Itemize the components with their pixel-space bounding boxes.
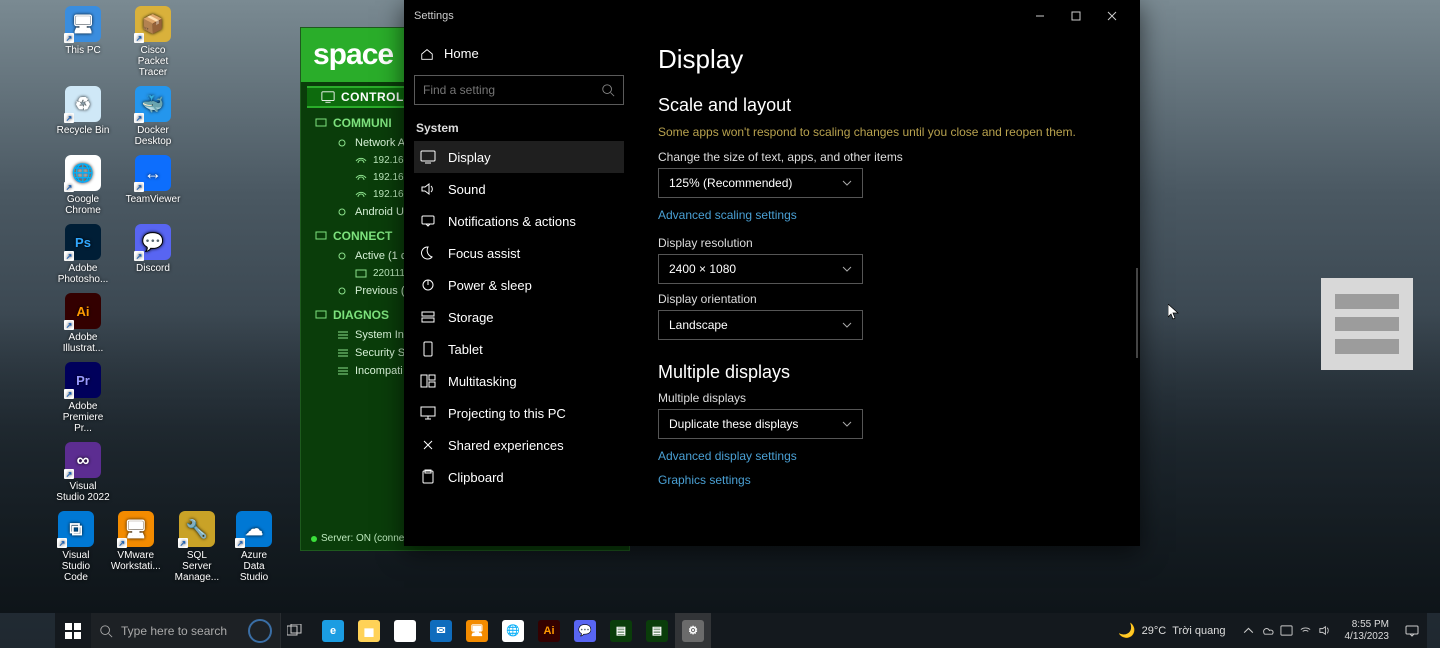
taskbar-spacedesk2[interactable]: ▤	[639, 613, 675, 648]
chevron-down-icon	[842, 178, 852, 188]
task-view-button[interactable]	[281, 613, 309, 648]
action-center-button[interactable]	[1397, 613, 1427, 648]
maximize-button[interactable]	[1058, 0, 1094, 32]
nav-item-multitasking[interactable]: Multitasking	[414, 365, 624, 397]
nav-home[interactable]: Home	[414, 38, 624, 69]
taskbar-clock[interactable]: 8:55 PM 4/13/2023	[1337, 619, 1398, 643]
nav-item-sound[interactable]: Sound	[414, 173, 624, 205]
taskbar-explorer[interactable]: ▅	[351, 613, 387, 648]
advanced-scaling-link[interactable]: Advanced scaling settings	[658, 208, 1116, 222]
desktop-icon[interactable]: 🖥↗This PC	[55, 6, 111, 78]
weather-widget[interactable]: 🌙 29°C Trời quang	[1108, 622, 1235, 639]
scrollbar[interactable]	[1136, 268, 1138, 358]
taskbar-settings[interactable]: ⚙	[675, 613, 711, 648]
taskbar-illustrator[interactable]: Ai	[531, 613, 567, 648]
nav-item-clipboard[interactable]: Clipboard	[414, 461, 624, 493]
nav-item-display[interactable]: Display	[414, 141, 624, 173]
nav-item-power-sleep[interactable]: Power & sleep	[414, 269, 624, 301]
mouse-cursor	[1168, 304, 1180, 321]
nav-item-projecting-to-this-pc[interactable]: Projecting to this PC	[414, 397, 624, 429]
settings-title: Settings	[414, 10, 454, 22]
multi-dropdown[interactable]: Duplicate these displays	[658, 409, 863, 439]
minimize-button[interactable]	[1022, 0, 1058, 32]
resolution-dropdown[interactable]: 2400 × 1080	[658, 254, 863, 284]
nav-item-shared-experiences[interactable]: Shared experiences	[414, 429, 624, 461]
desktop-icon[interactable]: ☁↗Azure Data Studio	[233, 511, 275, 583]
taskbar-chrome[interactable]: 🌐	[495, 613, 531, 648]
scale-dropdown[interactable]: 125% (Recommended)	[658, 168, 863, 198]
chevron-down-icon	[842, 320, 852, 330]
chevron-down-icon	[842, 419, 852, 429]
desktop-icon[interactable]: 📦↗Cisco Packet Tracer	[125, 6, 181, 78]
orientation-dropdown[interactable]: Landscape	[658, 310, 863, 340]
settings-window: Settings Home System DisplaySoundNotific…	[404, 0, 1140, 546]
desktop-icon[interactable]: 🔧↗SQL Server Manage...	[175, 511, 219, 583]
desktop-icon[interactable]: ⧉↗Visual Studio Code	[55, 511, 97, 583]
multi-heading: Multiple displays	[658, 362, 1116, 383]
desktop-icon[interactable]: Pr↗Adobe Premiere Pr...	[55, 362, 111, 434]
taskbar-spacedesk[interactable]: ▤	[603, 613, 639, 648]
multi-label: Multiple displays	[658, 391, 1116, 405]
page-title: Display	[658, 44, 1116, 75]
ime-icon[interactable]	[1280, 624, 1293, 637]
scale-warning: Some apps won't respond to scaling chang…	[658, 124, 1116, 140]
volume-icon[interactable]	[1318, 624, 1331, 637]
cortana-icon[interactable]	[248, 619, 272, 643]
desktop-icon[interactable]: 🖥↗VMware Workstati...	[111, 511, 161, 583]
graphics-settings-link[interactable]: Graphics settings	[658, 473, 1116, 487]
settings-group-header: System	[416, 121, 622, 135]
scale-heading: Scale and layout	[658, 95, 1116, 116]
taskbar-vmware[interactable]: 🖥	[459, 613, 495, 648]
taskbar-discord[interactable]: 💬	[567, 613, 603, 648]
taskbar-mail[interactable]: ✉	[423, 613, 459, 648]
settings-search[interactable]	[414, 75, 624, 105]
desktop-icon[interactable]: Ai↗Adobe Illustrat...	[55, 293, 111, 354]
search-icon	[601, 83, 615, 97]
desktop-icon[interactable]: Ps↗Adobe Photosho...	[55, 224, 111, 285]
desktop-icon[interactable]: 💬↗Discord	[125, 224, 181, 285]
desktop-icon[interactable]: ↔↗TeamViewer	[125, 155, 181, 216]
chevron-up-icon[interactable]	[1242, 624, 1255, 637]
chevron-down-icon	[842, 264, 852, 274]
desktop-icon[interactable]: 🌐↗Google Chrome	[55, 155, 111, 216]
taskbar-edge[interactable]: e	[315, 613, 351, 648]
settings-search-input[interactable]	[423, 83, 601, 97]
taskbar-store[interactable]: 🛍	[387, 613, 423, 648]
moon-icon: 🌙	[1118, 622, 1135, 639]
nav-item-notifications-actions[interactable]: Notifications & actions	[414, 205, 624, 237]
taskbar-search[interactable]: Type here to search	[91, 613, 281, 648]
close-button[interactable]	[1094, 0, 1130, 32]
desktop-icon[interactable]: ∞↗Visual Studio 2022	[55, 442, 111, 503]
search-icon	[99, 624, 113, 638]
system-tray[interactable]	[1236, 624, 1337, 637]
taskbar: Type here to search e▅🛍✉🖥🌐Ai💬▤▤⚙ 🌙 29°C …	[55, 613, 1427, 648]
advanced-display-link[interactable]: Advanced display settings	[658, 449, 1116, 463]
wifi-icon[interactable]	[1299, 624, 1312, 637]
nav-item-storage[interactable]: Storage	[414, 301, 624, 333]
orientation-label: Display orientation	[658, 292, 1116, 306]
nav-item-focus-assist[interactable]: Focus assist	[414, 237, 624, 269]
resolution-label: Display resolution	[658, 236, 1116, 250]
onedrive-icon[interactable]	[1261, 624, 1274, 637]
desktop-widget-placeholder	[1321, 278, 1413, 370]
scale-label: Change the size of text, apps, and other…	[658, 150, 1116, 164]
desktop-icon[interactable]: 🐳↗Docker Desktop	[125, 86, 181, 147]
start-button[interactable]	[55, 613, 91, 648]
nav-item-tablet[interactable]: Tablet	[414, 333, 624, 365]
desktop-icon[interactable]: ♻↗Recycle Bin	[55, 86, 111, 147]
